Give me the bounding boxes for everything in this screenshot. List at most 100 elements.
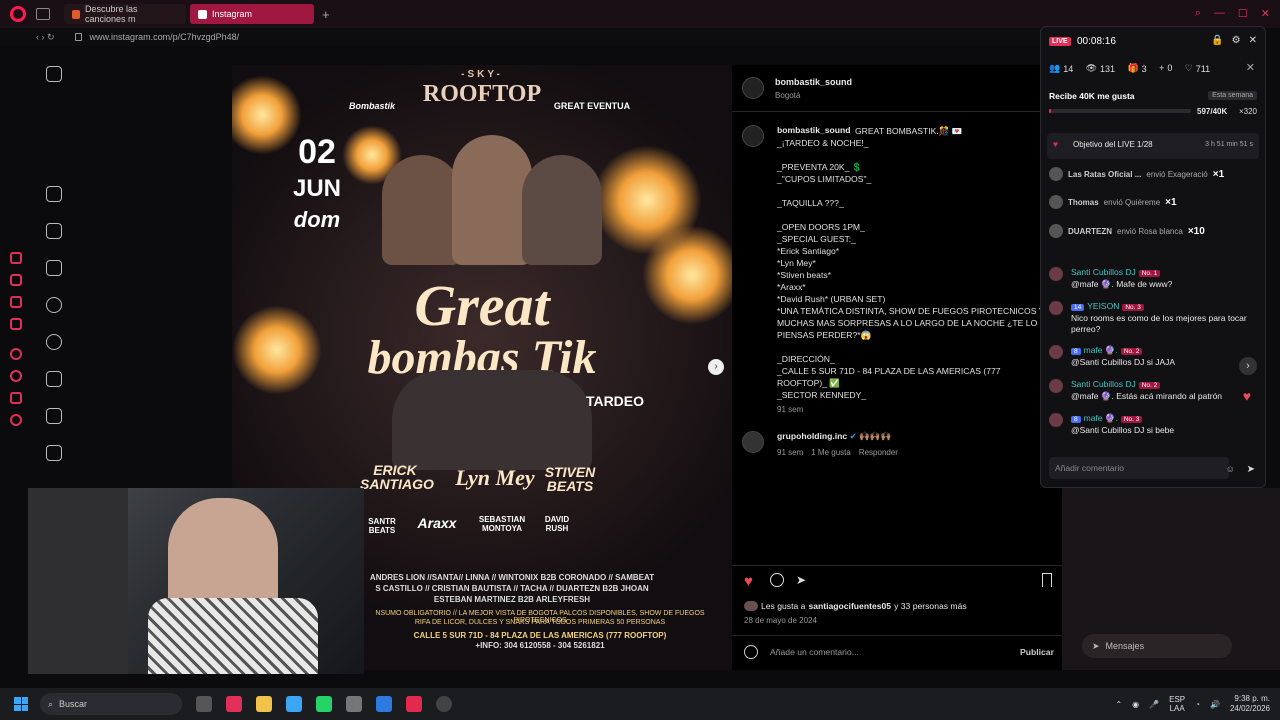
chevron-up-icon[interactable]: ⌃: [1115, 700, 1122, 709]
whatsapp-icon[interactable]: [316, 696, 332, 712]
performer-photo: [522, 155, 602, 265]
dashboard-icon[interactable]: [46, 445, 62, 461]
live-comment-input[interactable]: Añadir comentario: [1049, 457, 1229, 479]
comment-username[interactable]: grupoholding.inc: [777, 431, 847, 441]
author-avatar[interactable]: [742, 77, 764, 99]
search-icon[interactable]: ⌕: [1195, 7, 1201, 20]
direct-icon[interactable]: [46, 260, 62, 276]
close-stats-icon[interactable]: ✕: [1246, 61, 1255, 74]
twitch-icon[interactable]: [10, 318, 22, 330]
language-indicator[interactable]: ESP LAA: [1169, 695, 1185, 713]
network-icon[interactable]: ◉: [1132, 700, 1139, 709]
opera-app-icon[interactable]: [226, 696, 242, 712]
history-icon[interactable]: [10, 370, 22, 382]
post-location[interactable]: Bogotá: [775, 91, 800, 100]
stat-value: 0: [1167, 63, 1173, 73]
home-icon[interactable]: [46, 186, 62, 202]
clock[interactable]: 9:38 p. m. 24/02/2026: [1230, 694, 1270, 714]
instagram-logo-icon[interactable]: [46, 66, 62, 82]
chat-user[interactable]: mafe 🔮.: [1084, 345, 1118, 355]
goal-progress-fill: [1049, 109, 1052, 113]
create-icon[interactable]: [46, 408, 62, 424]
volume-icon[interactable]: 🔊: [1210, 700, 1220, 709]
chat-user[interactable]: Santi Cubillos DJ: [1071, 267, 1136, 277]
tiktok-app-icon[interactable]: [406, 696, 422, 712]
notifications-icon[interactable]: [46, 371, 62, 387]
reels-icon[interactable]: [46, 223, 62, 239]
heart-icon[interactable]: ♥: [1243, 388, 1251, 404]
streamer-shirt: [148, 598, 318, 674]
scroll-chat-button[interactable]: ›: [1239, 357, 1257, 375]
file-explorer-icon[interactable]: [256, 696, 272, 712]
avatar: [1049, 379, 1063, 393]
settings-icon[interactable]: [10, 414, 22, 426]
favorites-icon[interactable]: [10, 392, 22, 404]
chair: [28, 488, 128, 674]
webcam-overlay: [28, 488, 364, 674]
explore-icon[interactable]: [46, 334, 62, 350]
wifi-icon[interactable]: ◔: [1195, 700, 1200, 709]
instagram-icon[interactable]: [10, 296, 22, 308]
back-icon[interactable]: ‹ › ↻: [36, 32, 55, 43]
reply-button[interactable]: Responder: [859, 448, 898, 457]
search-icon[interactable]: [46, 297, 62, 313]
comment-likes[interactable]: 1 Me gusta: [811, 448, 851, 457]
emoji-icon[interactable]: ☺: [1226, 464, 1235, 474]
chat-user[interactable]: Santi Cubillos DJ: [1071, 379, 1136, 389]
next-slide-button[interactable]: ›: [708, 359, 724, 375]
opera-logo-icon[interactable]: [10, 6, 26, 22]
add-comment-input[interactable]: Añade un comentario...: [770, 647, 859, 657]
emoji-icon[interactable]: [744, 645, 758, 659]
whatsapp-icon[interactable]: [10, 274, 22, 286]
messenger-icon[interactable]: [10, 252, 22, 264]
divider: [732, 111, 1062, 112]
caption-avatar[interactable]: [742, 125, 764, 147]
save-icon[interactable]: [1042, 573, 1052, 587]
minimize-icon[interactable]: —: [1214, 7, 1225, 20]
likes-prefix: Les gusta a: [761, 601, 806, 611]
comment-icon[interactable]: [770, 573, 784, 587]
instagram-favicon-icon: [198, 9, 207, 19]
comment-avatar[interactable]: [742, 431, 764, 453]
windows-start-icon[interactable]: [14, 697, 28, 711]
url-text[interactable]: www.instagram.com/p/C7hvzgdPh48/: [90, 32, 240, 42]
close-icon[interactable]: ✕: [1249, 35, 1257, 46]
workspaces-icon[interactable]: [36, 8, 50, 20]
publish-button[interactable]: Publicar: [1020, 647, 1054, 657]
share-icon[interactable]: ➤: [796, 573, 806, 587]
spotify-icon[interactable]: [10, 348, 22, 360]
messages-button[interactable]: ➤ Mensajes: [1082, 634, 1232, 658]
store-icon[interactable]: [286, 696, 302, 712]
author-username[interactable]: bombastik_sound: [775, 77, 852, 87]
gifts-stat: 🎁 3: [1127, 63, 1146, 74]
microphone-icon[interactable]: 🎤: [1149, 700, 1159, 709]
obs-icon[interactable]: [346, 696, 362, 712]
taskbar-search[interactable]: ⌕ Buscar: [40, 693, 182, 715]
gift-action: envió Exageració: [1146, 169, 1208, 179]
gift-user: Las Ratas Oficial ...: [1068, 169, 1142, 179]
chat-user[interactable]: mafe 🔮.: [1084, 413, 1118, 423]
like-heart-icon[interactable]: ♥: [744, 573, 753, 590]
poster-phones: +INFO: 304 6120558 - 304 5261821: [475, 641, 605, 650]
chat-user[interactable]: YEISON: [1087, 301, 1119, 311]
gift-count: ×1: [1212, 168, 1225, 180]
tab-instagram[interactable]: Instagram: [190, 4, 314, 24]
task-view-icon[interactable]: [196, 696, 212, 712]
photos-icon[interactable]: [376, 696, 392, 712]
poster-tardeo: TARDEO: [585, 393, 645, 409]
tab-spotify[interactable]: Descubre las canciones m: [64, 4, 186, 24]
likes-rest[interactable]: y 33 personas más: [894, 601, 967, 611]
close-icon[interactable]: ✕: [1261, 7, 1270, 20]
likes-user[interactable]: santiagocifuentes05: [808, 601, 891, 611]
live-objective[interactable]: ♥ Objetivo del LIVE 1/28 3 h 51 min 51 s: [1047, 133, 1259, 159]
send-icon[interactable]: ➤: [1247, 464, 1255, 475]
chat-message: Santi Cubillos DJ No. 2 @mafe 🔮. Estás acá…: [1049, 379, 1259, 402]
settings-icon[interactable]: ⚙: [1232, 35, 1241, 46]
media-player-icon[interactable]: [436, 696, 452, 712]
poster-sponsor-right: GREAT EVENTUA: [553, 101, 631, 111]
goal-period[interactable]: Esta semana: [1208, 91, 1257, 100]
lock-icon[interactable]: 🔒: [1211, 35, 1223, 46]
maximize-icon[interactable]: ☐: [1238, 7, 1248, 20]
new-tab-button[interactable]: +: [322, 7, 330, 22]
chat-message: 14 YEISON No. 3 Nico rooms es como de los m…: [1049, 301, 1259, 335]
